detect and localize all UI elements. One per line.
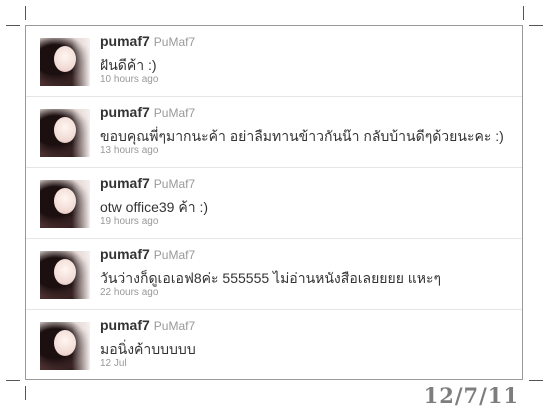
- screen-name[interactable]: PuMaf7: [154, 248, 195, 262]
- avatar[interactable]: [40, 38, 90, 86]
- tweet-timestamp[interactable]: 12 Jul: [100, 358, 127, 369]
- crop-mark: [6, 25, 20, 26]
- tweet-header: pumaf7 PuMaf7: [100, 33, 195, 51]
- tweet-item: pumaf7 PuMaf7 otw office39 ค้า :) 19 hour…: [26, 168, 522, 239]
- avatar[interactable]: [40, 109, 90, 157]
- tweet-list: pumaf7 PuMaf7 ฝันดีค้า :) 10 hours ago pu…: [25, 25, 523, 380]
- date-stamp: 12/7/11: [423, 383, 519, 408]
- tweet-item: pumaf7 PuMaf7 วันว่างก็ดูเอเอฟ8ค่ะ 555555…: [26, 239, 522, 310]
- tweet-header: pumaf7 PuMaf7: [100, 317, 195, 335]
- tweet-header: pumaf7 PuMaf7: [100, 246, 195, 264]
- tweet-item: pumaf7 PuMaf7 ฝันดีค้า :) 10 hours ago: [26, 26, 522, 97]
- avatar[interactable]: [40, 322, 90, 370]
- tweet-timestamp[interactable]: 19 hours ago: [100, 216, 158, 227]
- crop-mark: [6, 380, 20, 381]
- crop-mark: [529, 380, 543, 381]
- screen-name[interactable]: PuMaf7: [154, 35, 195, 49]
- avatar[interactable]: [40, 251, 90, 299]
- tweet-timestamp[interactable]: 22 hours ago: [100, 287, 158, 298]
- tweet-item: pumaf7 PuMaf7 มอนิ่งค้าบบบบบ 12 Jul: [26, 310, 522, 381]
- username-link[interactable]: pumaf7: [100, 175, 150, 191]
- tweet-text: ขอบคุณพี่ๆมากนะค้า อย่าลืมทานข้าวกันน๊า …: [100, 128, 504, 144]
- crop-mark: [523, 6, 524, 20]
- tweet-item: pumaf7 PuMaf7 ขอบคุณพี่ๆมากนะค้า อย่าลืมท…: [26, 97, 522, 168]
- username-link[interactable]: pumaf7: [100, 104, 150, 120]
- username-link[interactable]: pumaf7: [100, 33, 150, 49]
- username-link[interactable]: pumaf7: [100, 246, 150, 262]
- crop-mark: [25, 6, 26, 20]
- screen-name[interactable]: PuMaf7: [154, 106, 195, 120]
- crop-mark: [25, 386, 26, 400]
- avatar[interactable]: [40, 180, 90, 228]
- crop-mark: [529, 25, 543, 26]
- tweet-header: pumaf7 PuMaf7: [100, 175, 195, 193]
- tweet-header: pumaf7 PuMaf7: [100, 104, 195, 122]
- username-link[interactable]: pumaf7: [100, 317, 150, 333]
- tweet-timestamp[interactable]: 10 hours ago: [100, 74, 158, 85]
- screen-name[interactable]: PuMaf7: [154, 319, 195, 333]
- tweet-timestamp[interactable]: 13 hours ago: [100, 145, 158, 156]
- screen-name[interactable]: PuMaf7: [154, 177, 195, 191]
